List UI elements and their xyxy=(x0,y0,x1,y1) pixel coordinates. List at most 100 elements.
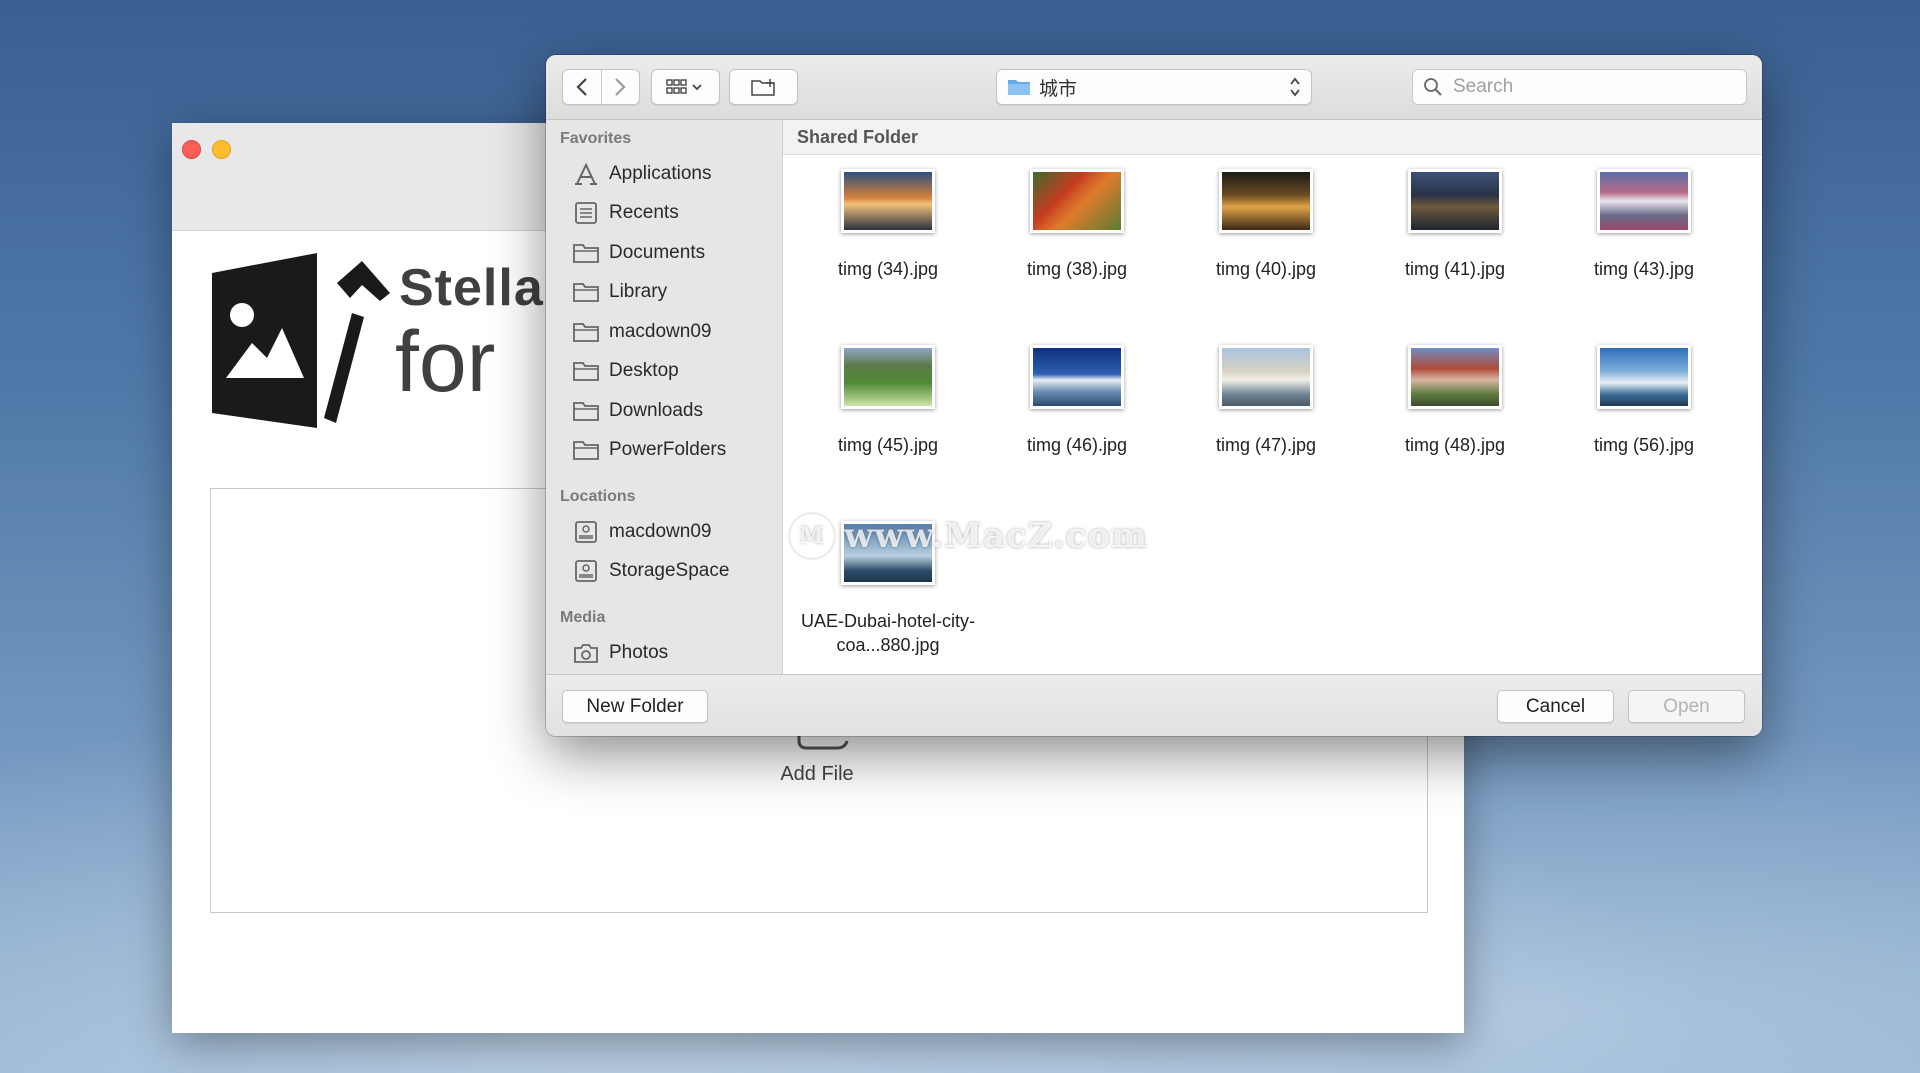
stellar-logo-icon xyxy=(212,253,390,428)
image-thumbnail xyxy=(1597,345,1691,409)
image-thumbnail xyxy=(1597,169,1691,233)
folder-title: Shared Folder xyxy=(783,120,1762,155)
cancel-button[interactable]: Cancel xyxy=(1497,690,1614,723)
file-name: timg (46).jpg xyxy=(1026,435,1128,455)
file-name: timg (41).jpg xyxy=(1404,259,1506,279)
sidebar-item-macdown09[interactable]: macdown09 xyxy=(546,312,782,352)
file-name: timg (34).jpg xyxy=(837,259,939,279)
file-browser: Shared Folder timg (34).jpg timg (38).jp… xyxy=(783,120,1762,675)
image-thumbnail xyxy=(1219,169,1313,233)
sidebar-item-label: Recents xyxy=(609,202,679,224)
sidebar-item-powerfolders[interactable]: PowerFolders xyxy=(546,431,782,471)
recents-icon xyxy=(575,202,597,225)
file-name: UAE-Dubai-hotel-city-coa...880.jpg xyxy=(800,611,976,655)
sidebar-section-favorites: Favorites xyxy=(560,130,632,147)
sidebar-item-label: Library xyxy=(609,281,668,303)
sidebar-item-disk-macdown09[interactable]: macdown09 xyxy=(546,512,782,552)
close-window-button[interactable] xyxy=(182,140,201,159)
file-name: timg (40).jpg xyxy=(1215,259,1317,279)
location-popup[interactable]: 城市 xyxy=(996,69,1312,105)
file-name: timg (38).jpg xyxy=(1026,259,1128,279)
chevron-updown-icon xyxy=(1290,77,1300,97)
new-folder-button[interactable]: New Folder xyxy=(562,690,708,723)
sidebar-item-label: PowerFolders xyxy=(609,439,727,461)
file-name: timg (47).jpg xyxy=(1215,435,1317,455)
dialog-sidebar: Favorites Applications Recents Documents… xyxy=(546,120,783,675)
folder-icon xyxy=(573,283,599,303)
watermark: M www.MacZ.com xyxy=(790,514,1149,558)
file-item[interactable]: timg (40).jpg xyxy=(1176,169,1356,281)
image-thumbnail xyxy=(841,345,935,409)
file-item[interactable]: timg (48).jpg xyxy=(1365,345,1545,457)
open-button[interactable]: Open xyxy=(1628,690,1745,723)
sidebar-item-recents[interactable]: Recents xyxy=(546,194,782,234)
back-button[interactable] xyxy=(563,70,602,104)
sidebar-item-applications[interactable]: Applications xyxy=(546,154,782,194)
watermark-logo-icon: M xyxy=(790,514,834,558)
search-input[interactable] xyxy=(1451,75,1735,99)
search-icon xyxy=(1424,78,1442,96)
sidebar-item-label: StorageSpace xyxy=(609,560,730,582)
minimize-window-button[interactable] xyxy=(212,140,231,159)
folder-icon xyxy=(573,243,599,263)
sidebar-item-label: Desktop xyxy=(609,360,679,382)
sidebar-item-library[interactable]: Library xyxy=(546,273,782,313)
dialog-toolbar: 城市 xyxy=(546,55,1762,120)
file-item[interactable]: timg (38).jpg xyxy=(987,169,1167,281)
file-item[interactable]: timg (47).jpg xyxy=(1176,345,1356,457)
dialog-footer: New Folder Cancel Open xyxy=(546,674,1762,736)
image-thumbnail xyxy=(1030,169,1124,233)
sidebar-item-desktop[interactable]: Desktop xyxy=(546,352,782,392)
location-label: 城市 xyxy=(1039,78,1078,100)
search-field[interactable] xyxy=(1412,69,1747,105)
disk-icon xyxy=(575,520,597,543)
file-item[interactable]: timg (56).jpg xyxy=(1554,345,1734,457)
open-file-dialog: 城市 Favorites Applications Recents Docume… xyxy=(546,55,1762,736)
sidebar-item-downloads[interactable]: Downloads xyxy=(546,391,782,431)
folder-icon xyxy=(573,401,599,421)
chevron-right-icon xyxy=(615,78,626,96)
file-name: timg (48).jpg xyxy=(1404,435,1506,455)
folder-icon xyxy=(573,362,599,382)
add-file-label[interactable]: Add File xyxy=(767,763,867,786)
file-name: timg (43).jpg xyxy=(1593,259,1695,279)
new-folder-toolbar-button[interactable] xyxy=(729,69,798,105)
sidebar-item-photos[interactable]: Photos xyxy=(546,633,782,673)
sidebar-item-label: Downloads xyxy=(609,399,703,421)
applications-icon xyxy=(575,162,597,185)
folder-icon xyxy=(573,322,599,342)
brand-subtitle: for xyxy=(395,314,496,410)
image-thumbnail xyxy=(1408,345,1502,409)
folder-icon xyxy=(1008,80,1030,95)
file-name: timg (45).jpg xyxy=(837,435,939,455)
forward-button[interactable] xyxy=(602,70,640,104)
image-thumbnail xyxy=(841,169,935,233)
sidebar-item-label: Documents xyxy=(609,241,706,263)
sidebar-item-label: macdown09 xyxy=(609,520,712,542)
navigation-group xyxy=(562,69,640,105)
file-item[interactable]: timg (43).jpg xyxy=(1554,169,1734,281)
view-mode-button[interactable] xyxy=(651,69,720,105)
disk-icon xyxy=(575,560,597,583)
folder-icon xyxy=(573,441,599,461)
image-thumbnail xyxy=(1030,345,1124,409)
file-item[interactable]: timg (45).jpg xyxy=(798,345,978,457)
file-item[interactable]: timg (46).jpg xyxy=(987,345,1167,457)
file-item[interactable]: timg (34).jpg xyxy=(798,169,978,281)
camera-icon xyxy=(574,643,598,663)
sidebar-item-label: Photos xyxy=(609,641,669,663)
sidebar-section-media: Media xyxy=(560,609,606,626)
chevron-left-icon xyxy=(576,78,587,96)
image-thumbnail xyxy=(1408,169,1502,233)
image-thumbnail xyxy=(1219,345,1313,409)
file-item[interactable]: timg (41).jpg xyxy=(1365,169,1545,281)
new-folder-icon xyxy=(750,79,775,96)
sidebar-item-documents[interactable]: Documents xyxy=(546,233,782,273)
sidebar-item-label: Applications xyxy=(609,162,712,184)
sidebar-item-label: macdown09 xyxy=(609,320,712,342)
sidebar-section-locations: Locations xyxy=(560,488,636,505)
file-grid: timg (34).jpg timg (38).jpg timg (40).jp… xyxy=(783,155,1762,675)
file-name: timg (56).jpg xyxy=(1593,435,1695,455)
sidebar-item-storagespace[interactable]: StorageSpace xyxy=(546,552,782,592)
watermark-text: www.MacZ.com xyxy=(844,516,1149,556)
